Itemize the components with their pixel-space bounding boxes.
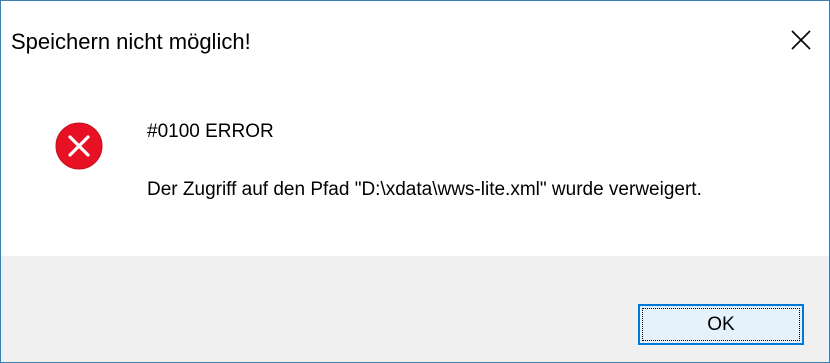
button-bar: OK (1, 256, 829, 362)
title-bar: Speichern nicht möglich! (1, 1, 829, 81)
message-area: #0100 ERROR Der Zugriff auf den Pfad "D:… (1, 81, 829, 256)
close-button[interactable] (773, 15, 829, 65)
error-message: Der Zugriff auf den Pfad "D:\xdata\wws-l… (147, 179, 702, 200)
ok-button[interactable]: OK (638, 304, 804, 345)
ok-button-label: OK (707, 313, 735, 335)
dialog-title: Speichern nicht möglich! (11, 29, 251, 54)
error-icon (55, 122, 103, 170)
error-dialog: Speichern nicht möglich! #0100 ERROR Der… (0, 0, 830, 363)
close-icon (791, 30, 811, 50)
error-code: #0100 ERROR (147, 121, 274, 142)
